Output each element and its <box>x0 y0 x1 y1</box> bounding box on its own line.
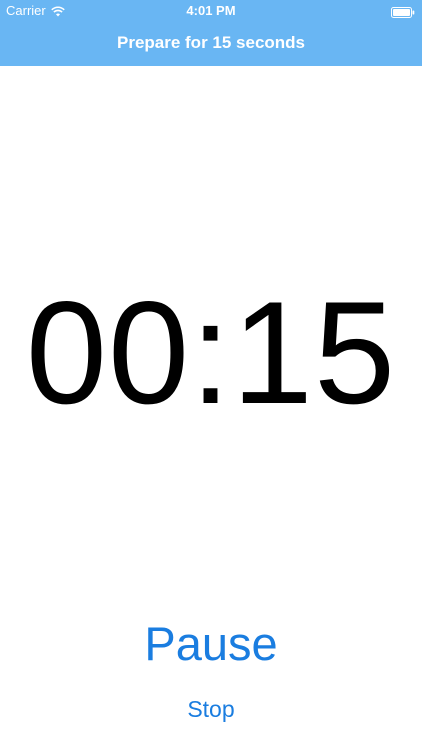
battery-icon <box>391 6 415 18</box>
stop-button[interactable]: Stop <box>0 692 422 726</box>
header-bar: Carrier 4:01 PM Prepare for 15 seconds <box>0 0 422 66</box>
status-time: 4:01 PM <box>186 3 236 18</box>
countdown-display: 00:15 <box>25 271 397 434</box>
pause-button[interactable]: Pause <box>0 612 422 674</box>
page-title: Prepare for 15 seconds <box>116 33 306 52</box>
status-bar: Carrier 4:01 PM <box>0 0 422 22</box>
